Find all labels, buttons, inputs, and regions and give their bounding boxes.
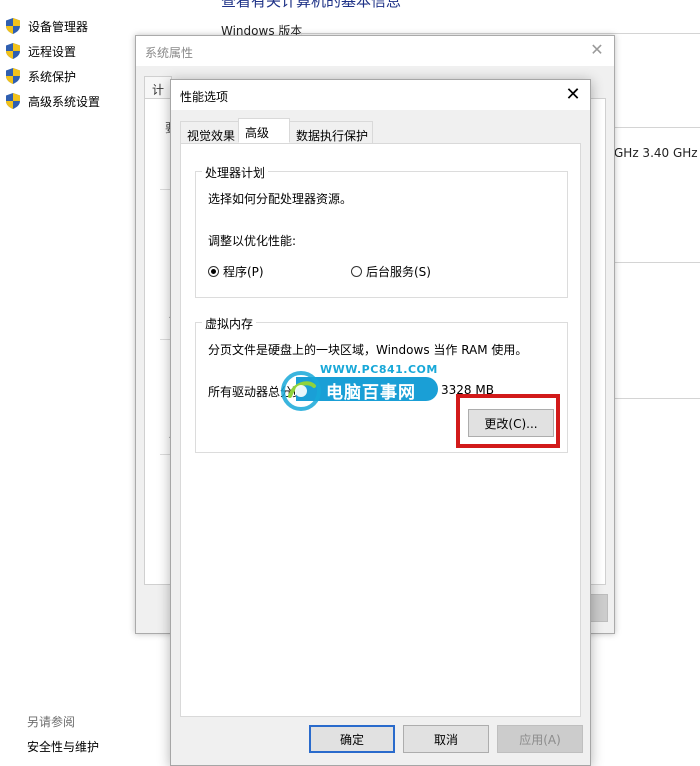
- radio-button[interactable]: [208, 266, 219, 277]
- tab-data-execution-prevention[interactable]: 数据执行保护: [289, 121, 373, 143]
- shield-icon: [6, 68, 20, 84]
- see-also-heading: 另请参阅: [27, 715, 76, 729]
- radio-label: 后台服务(S): [366, 265, 431, 279]
- tab-visual-effects[interactable]: 视觉效果: [180, 121, 239, 143]
- title-bar: 性能选项 ✕: [171, 80, 590, 110]
- title-bar: 系统属性 ✕: [136, 36, 614, 66]
- radio-label: 程序(P): [223, 265, 264, 279]
- sidebar-item-label: 系统保护: [28, 69, 77, 84]
- cancel-button[interactable]: 取消: [403, 725, 489, 753]
- tab-advanced[interactable]: 高级: [238, 118, 290, 143]
- watermark-logo-icon: [281, 371, 321, 411]
- tab-computer-name[interactable]: 计算: [144, 76, 172, 114]
- shield-icon: [6, 43, 20, 59]
- apply-button[interactable]: 应用(A): [497, 725, 583, 753]
- virtual-memory-description: 分页文件是硬盘上的一块区域，Windows 当作 RAM 使用。: [208, 343, 528, 357]
- dialog-title: 系统属性: [145, 46, 194, 60]
- sidebar-item-label: 设备管理器: [28, 19, 89, 34]
- cpu-speed: GHz 3.40 GHz: [614, 146, 698, 160]
- watermark-text: 电脑百事网: [326, 383, 416, 403]
- sidebar-item-label: 远程设置: [28, 44, 77, 59]
- radio-programs[interactable]: 程序(P): [208, 263, 264, 280]
- sidebar-item-device-manager[interactable]: 设备管理器: [6, 16, 88, 36]
- shield-icon: [6, 18, 20, 34]
- group-title: 处理器计划: [202, 164, 269, 181]
- highlight-box: [456, 394, 560, 448]
- sidebar-item-system-protection[interactable]: 系统保护: [6, 66, 76, 86]
- security-maintenance-link[interactable]: 安全性与维护: [27, 738, 99, 755]
- close-icon[interactable]: ✕: [562, 84, 584, 106]
- processor-description: 选择如何分配处理器资源。: [208, 192, 353, 206]
- radio-background-services[interactable]: 后台服务(S): [351, 263, 431, 280]
- divider: [614, 127, 700, 128]
- sidebar-item-advanced-settings[interactable]: 高级系统设置: [6, 91, 100, 111]
- divider: [614, 398, 700, 399]
- ok-button[interactable]: 确定: [309, 725, 395, 753]
- shield-icon: [6, 93, 20, 109]
- radio-button[interactable]: [351, 266, 362, 277]
- sidebar-item-remote-settings[interactable]: 远程设置: [6, 41, 76, 61]
- adjust-label: 调整以优化性能:: [208, 234, 297, 248]
- processor-scheduling-group: 处理器计划 选择如何分配处理器资源。 调整以优化性能: 程序(P) 后台服务(S…: [195, 164, 568, 298]
- sidebar-item-label: 高级系统设置: [28, 94, 101, 109]
- group-title: 虚拟内存: [202, 315, 257, 332]
- dialog-title: 性能选项: [180, 90, 229, 104]
- page-title: 查看有关计算机的基本信息: [221, 0, 402, 10]
- divider: [300, 33, 700, 34]
- watermark-url: WWW.PC841.COM: [320, 363, 438, 376]
- divider: [614, 262, 700, 263]
- close-icon[interactable]: ✕: [588, 41, 606, 59]
